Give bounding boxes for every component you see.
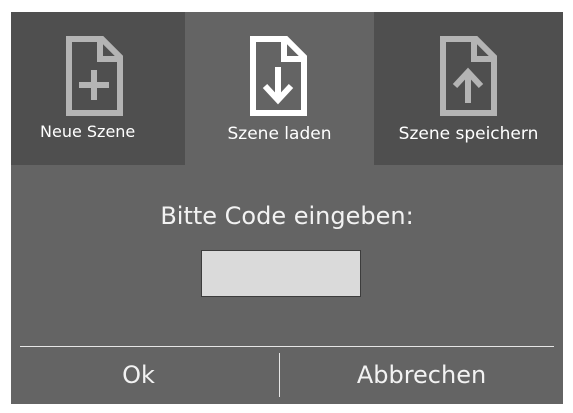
tab-load-scene[interactable]: Szene laden [185,12,374,165]
tab-new-scene-label: Neue Szene [40,122,136,141]
code-input[interactable] [201,250,361,297]
tab-bar: Neue Szene Szene laden Szene speichern [11,12,563,165]
tab-new-scene[interactable]: Neue Szene [11,12,185,165]
cancel-button[interactable]: Abbrechen [280,347,563,404]
file-plus-icon [66,36,123,116]
tab-load-scene-label: Szene laden [227,124,332,144]
code-prompt: Bitte Code eingeben: [160,202,414,230]
load-scene-dialog: Neue Szene Szene laden Szene speichern B… [11,12,563,404]
tab-save-scene-label: Szene speichern [398,124,539,144]
ok-button[interactable]: Ok [11,347,266,404]
file-upload-icon [440,36,497,116]
file-download-icon [250,36,307,116]
tab-save-scene[interactable]: Szene speichern [374,12,563,165]
